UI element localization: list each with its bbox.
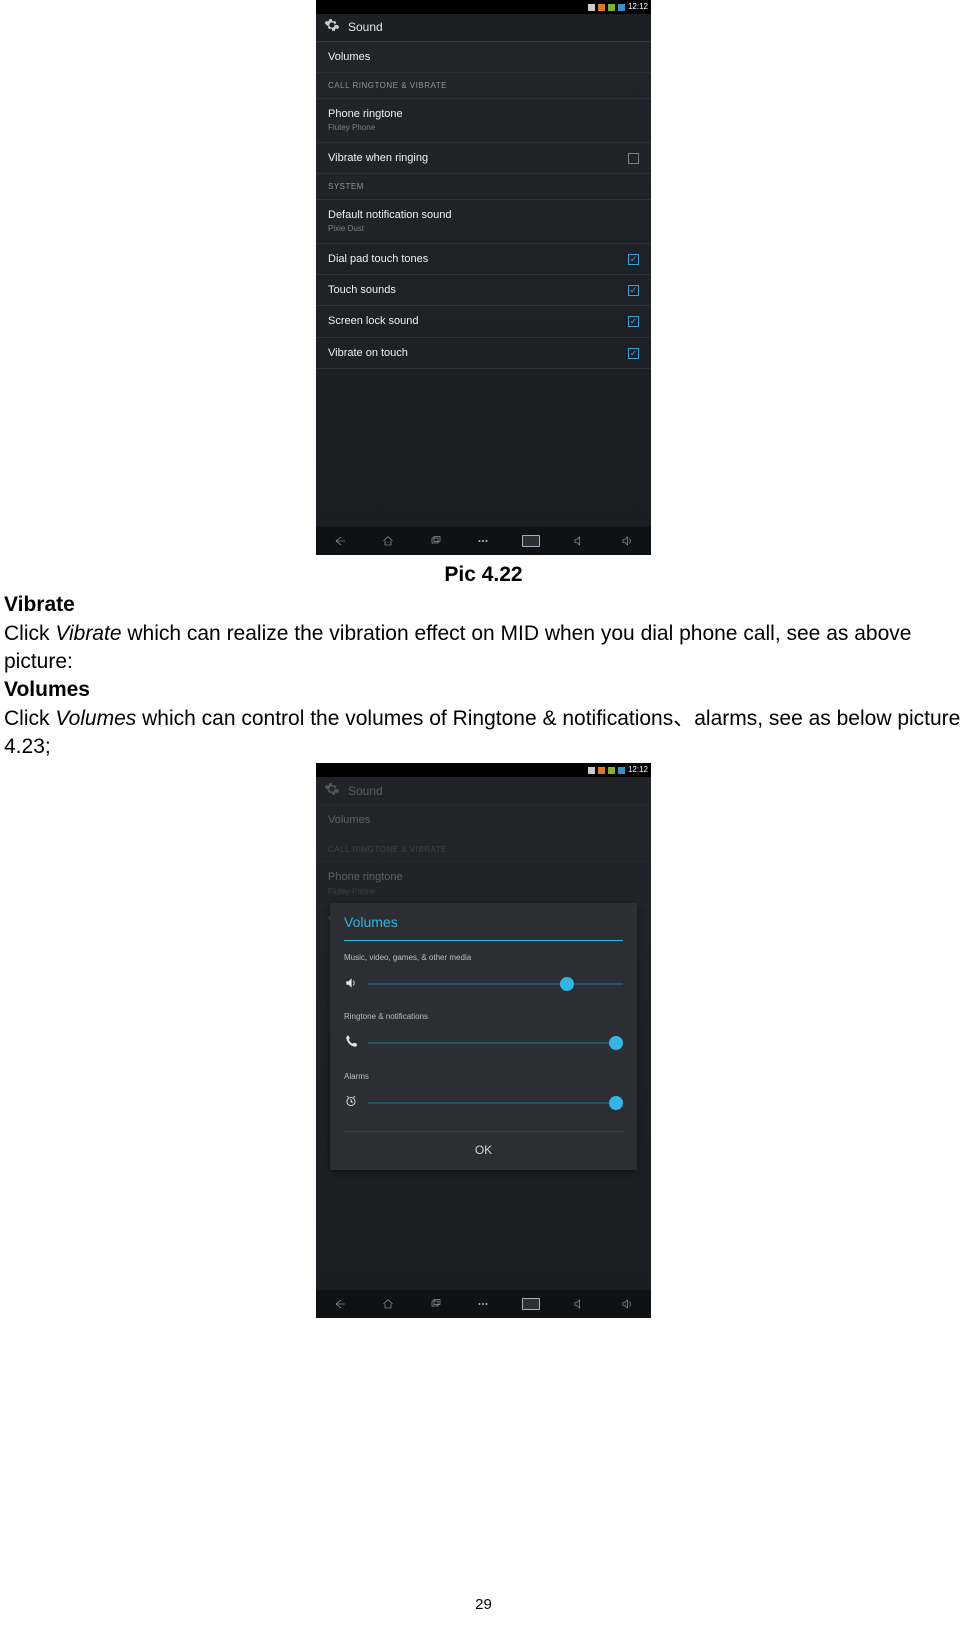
slider-alarms: Alarms bbox=[344, 1072, 623, 1117]
slider-ringtone: Ringtone & notifications bbox=[344, 1012, 623, 1057]
navigation-bar bbox=[316, 1290, 651, 1318]
menu-button[interactable] bbox=[472, 1297, 494, 1311]
volume-down-button[interactable] bbox=[568, 1297, 590, 1311]
row-label: Vibrate when ringing bbox=[328, 152, 428, 165]
row-label: Screen lock sound bbox=[328, 315, 419, 328]
ok-button[interactable]: OK bbox=[344, 1131, 623, 1158]
row-phone-ringtone: Phone ringtone Flutey Phone bbox=[316, 862, 651, 906]
page-number: 29 bbox=[0, 1595, 967, 1615]
title-bar: Sound bbox=[316, 777, 651, 805]
row-volumes: Volumes bbox=[316, 805, 651, 836]
title-bar: Sound bbox=[316, 14, 651, 42]
status-bar: 12:12 bbox=[316, 0, 651, 14]
text-italic: Vibrate bbox=[55, 622, 121, 645]
slider-label: Music, video, games, & other media bbox=[344, 953, 623, 964]
row-screen-lock-sound[interactable]: Screen lock sound ✓ bbox=[316, 306, 651, 337]
phone-icon bbox=[344, 1029, 358, 1057]
screenshot-sound-settings: 12:12 Sound Volumes CALL RINGTONE & VIBR… bbox=[316, 0, 651, 555]
screenshot-button[interactable] bbox=[520, 1297, 542, 1311]
volume-up-button[interactable] bbox=[616, 1297, 638, 1311]
row-volumes[interactable]: Volumes bbox=[316, 42, 651, 73]
status-indicator-icon bbox=[598, 767, 605, 774]
row-default-notification[interactable]: Default notification sound Pixie Dust bbox=[316, 200, 651, 244]
paragraph-volumes: Click Volumes which can control the volu… bbox=[4, 705, 963, 762]
row-dial-pad-tones[interactable]: Dial pad touch tones ✓ bbox=[316, 244, 651, 275]
section-header-ringtone: CALL RINGTONE & VIBRATE bbox=[316, 837, 651, 863]
row-sublabel: Flutey Phone bbox=[328, 887, 403, 898]
slider-track[interactable] bbox=[368, 983, 623, 985]
slider-thumb[interactable] bbox=[609, 1096, 623, 1110]
signal-icon bbox=[618, 4, 625, 11]
checkbox-checked-icon[interactable]: ✓ bbox=[628, 348, 639, 359]
section-header-ringtone: CALL RINGTONE & VIBRATE bbox=[316, 73, 651, 99]
row-label: Volumes bbox=[328, 814, 370, 827]
slider-label: Ringtone & notifications bbox=[344, 1012, 623, 1023]
dialog-title: Volumes bbox=[344, 913, 623, 941]
status-bar: 12:12 bbox=[316, 763, 651, 777]
battery-icon bbox=[608, 4, 615, 11]
screenshot-button[interactable] bbox=[520, 534, 542, 548]
row-phone-ringtone[interactable]: Phone ringtone Flutey Phone bbox=[316, 99, 651, 143]
recent-apps-button[interactable] bbox=[425, 1297, 447, 1311]
text-italic: Volumes bbox=[55, 707, 136, 730]
row-label: Touch sounds bbox=[328, 284, 396, 297]
slider-thumb[interactable] bbox=[560, 977, 574, 991]
tablet-icon bbox=[588, 767, 595, 774]
volume-up-button[interactable] bbox=[616, 534, 638, 548]
home-button[interactable] bbox=[377, 1297, 399, 1311]
text: which can control the volumes of Rington… bbox=[4, 707, 960, 758]
row-sublabel: Pixie Dust bbox=[328, 224, 452, 235]
screen-title: Sound bbox=[348, 783, 383, 799]
navigation-bar bbox=[316, 527, 651, 555]
heading-vibrate: Vibrate bbox=[4, 591, 963, 619]
figure-caption: Pic 4.22 bbox=[0, 561, 967, 589]
slider-media: Music, video, games, & other media bbox=[344, 953, 623, 998]
checkbox-unchecked-icon[interactable] bbox=[628, 153, 639, 164]
checkbox-checked-icon[interactable]: ✓ bbox=[628, 285, 639, 296]
settings-icon bbox=[324, 13, 340, 41]
text: which can realize the vibration effect o… bbox=[4, 622, 911, 673]
text: Click bbox=[4, 622, 55, 645]
back-button[interactable] bbox=[329, 1297, 351, 1311]
status-time: 12:12 bbox=[628, 2, 648, 13]
screenshot-volumes-dialog: 12:12 Sound Volumes CALL RINGTONE & VIBR… bbox=[316, 763, 651, 1318]
row-label: Phone ringtone bbox=[328, 108, 403, 121]
section-header-system: SYSTEM bbox=[316, 174, 651, 200]
row-label: Default notification sound bbox=[328, 209, 452, 222]
slider-track[interactable] bbox=[368, 1042, 623, 1044]
home-button[interactable] bbox=[377, 534, 399, 548]
row-label: Dial pad touch tones bbox=[328, 253, 428, 266]
volumes-dialog: Volumes Music, video, games, & other med… bbox=[330, 903, 637, 1170]
row-label: Vibrate on touch bbox=[328, 347, 408, 360]
alarm-icon bbox=[344, 1088, 358, 1116]
text: Click bbox=[4, 707, 55, 730]
volume-down-button[interactable] bbox=[568, 534, 590, 548]
slider-track[interactable] bbox=[368, 1102, 623, 1104]
slider-thumb[interactable] bbox=[609, 1036, 623, 1050]
battery-icon bbox=[608, 767, 615, 774]
screen-title: Sound bbox=[348, 19, 383, 35]
speaker-icon bbox=[344, 970, 358, 998]
row-sublabel: Flutey Phone bbox=[328, 123, 403, 134]
checkbox-checked-icon[interactable]: ✓ bbox=[628, 316, 639, 327]
row-touch-sounds[interactable]: Touch sounds ✓ bbox=[316, 275, 651, 306]
back-button[interactable] bbox=[329, 534, 351, 548]
row-label: Volumes bbox=[328, 51, 370, 64]
status-time: 12:12 bbox=[628, 765, 648, 776]
settings-list: Volumes CALL RINGTONE & VIBRATE Phone ri… bbox=[316, 42, 651, 369]
settings-icon bbox=[324, 777, 340, 805]
recent-apps-button[interactable] bbox=[425, 534, 447, 548]
paragraph-vibrate: Click Vibrate which can realize the vibr… bbox=[4, 620, 963, 677]
menu-button[interactable] bbox=[472, 534, 494, 548]
row-vibrate-ringing[interactable]: Vibrate when ringing bbox=[316, 143, 651, 174]
status-indicator-icon bbox=[598, 4, 605, 11]
slider-label: Alarms bbox=[344, 1072, 623, 1083]
row-vibrate-on-touch[interactable]: Vibrate on touch ✓ bbox=[316, 338, 651, 369]
row-label: Phone ringtone bbox=[328, 871, 403, 884]
tablet-icon bbox=[588, 4, 595, 11]
heading-volumes: Volumes bbox=[4, 676, 963, 704]
checkbox-checked-icon[interactable]: ✓ bbox=[628, 254, 639, 265]
document-text: Vibrate Click Vibrate which can realize … bbox=[0, 591, 967, 761]
signal-icon bbox=[618, 767, 625, 774]
